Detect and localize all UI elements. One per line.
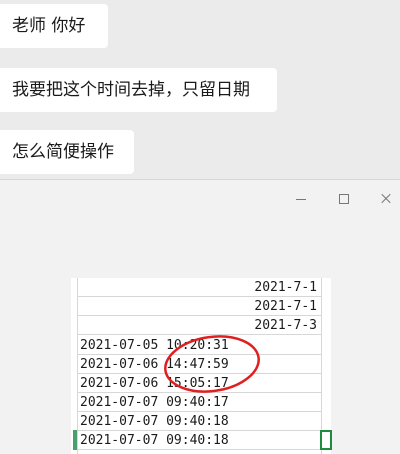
table-row: 2021-07-07 09:40:18 [77,412,321,431]
chat-message-text: 怎么简便操作 [12,142,114,162]
table-row: 2021-07-06 15:05:17 [77,374,321,393]
table-row: 2021-7-1 [77,278,321,297]
datetime-cell: 2021-07-06 14:47:59 [80,357,229,372]
chat-message-text: 老师 你好 [12,16,86,36]
table-row: 2021-07-07 09:40:18 [77,431,321,450]
date-cell: 2021-7-1 [254,299,317,314]
minimize-icon[interactable] [290,188,312,210]
chat-message[interactable]: 老师 你好 [0,4,108,48]
selected-cell[interactable] [320,430,332,450]
date-cell: 2021-7-1 [254,280,317,295]
table-row: 2021-7-3 [77,316,321,335]
datetime-cell: 2021-07-07 09:40:18 [80,414,229,429]
datetime-cell: 2021-07-06 15:05:17 [80,376,229,391]
datetime-cell: 2021-07-05 10:20:31 [80,338,229,353]
table-row: 2021-7-1 [77,297,321,316]
date-cell: 2021-7-3 [254,318,317,333]
chat-message-text: 我要把这个时间去掉，只留日期 [12,80,250,100]
chat-panel: 老师 你好 我要把这个时间去掉，只留日期 怎么简便操作 [0,0,400,179]
spreadsheet-image: 2021-7-1 2021-7-1 2021-7-3 2021-07-05 10… [71,278,332,454]
chat-message[interactable]: 我要把这个时间去掉，只留日期 [0,68,277,112]
table-row: 2021-07-05 10:20:31 [77,336,321,355]
row-marker [73,430,77,450]
datetime-cell: 2021-07-07 09:40:18 [80,433,229,448]
grid-line [321,278,322,454]
close-icon[interactable] [375,188,397,210]
table-row: 2021-07-07 09:40:17 [77,393,321,412]
maximize-icon[interactable] [333,188,355,210]
table-row: 2021-07-06 14:47:59 [77,355,321,374]
chat-message[interactable]: 怎么简便操作 [0,130,134,174]
datetime-cell: 2021-07-07 09:40:17 [80,395,229,410]
